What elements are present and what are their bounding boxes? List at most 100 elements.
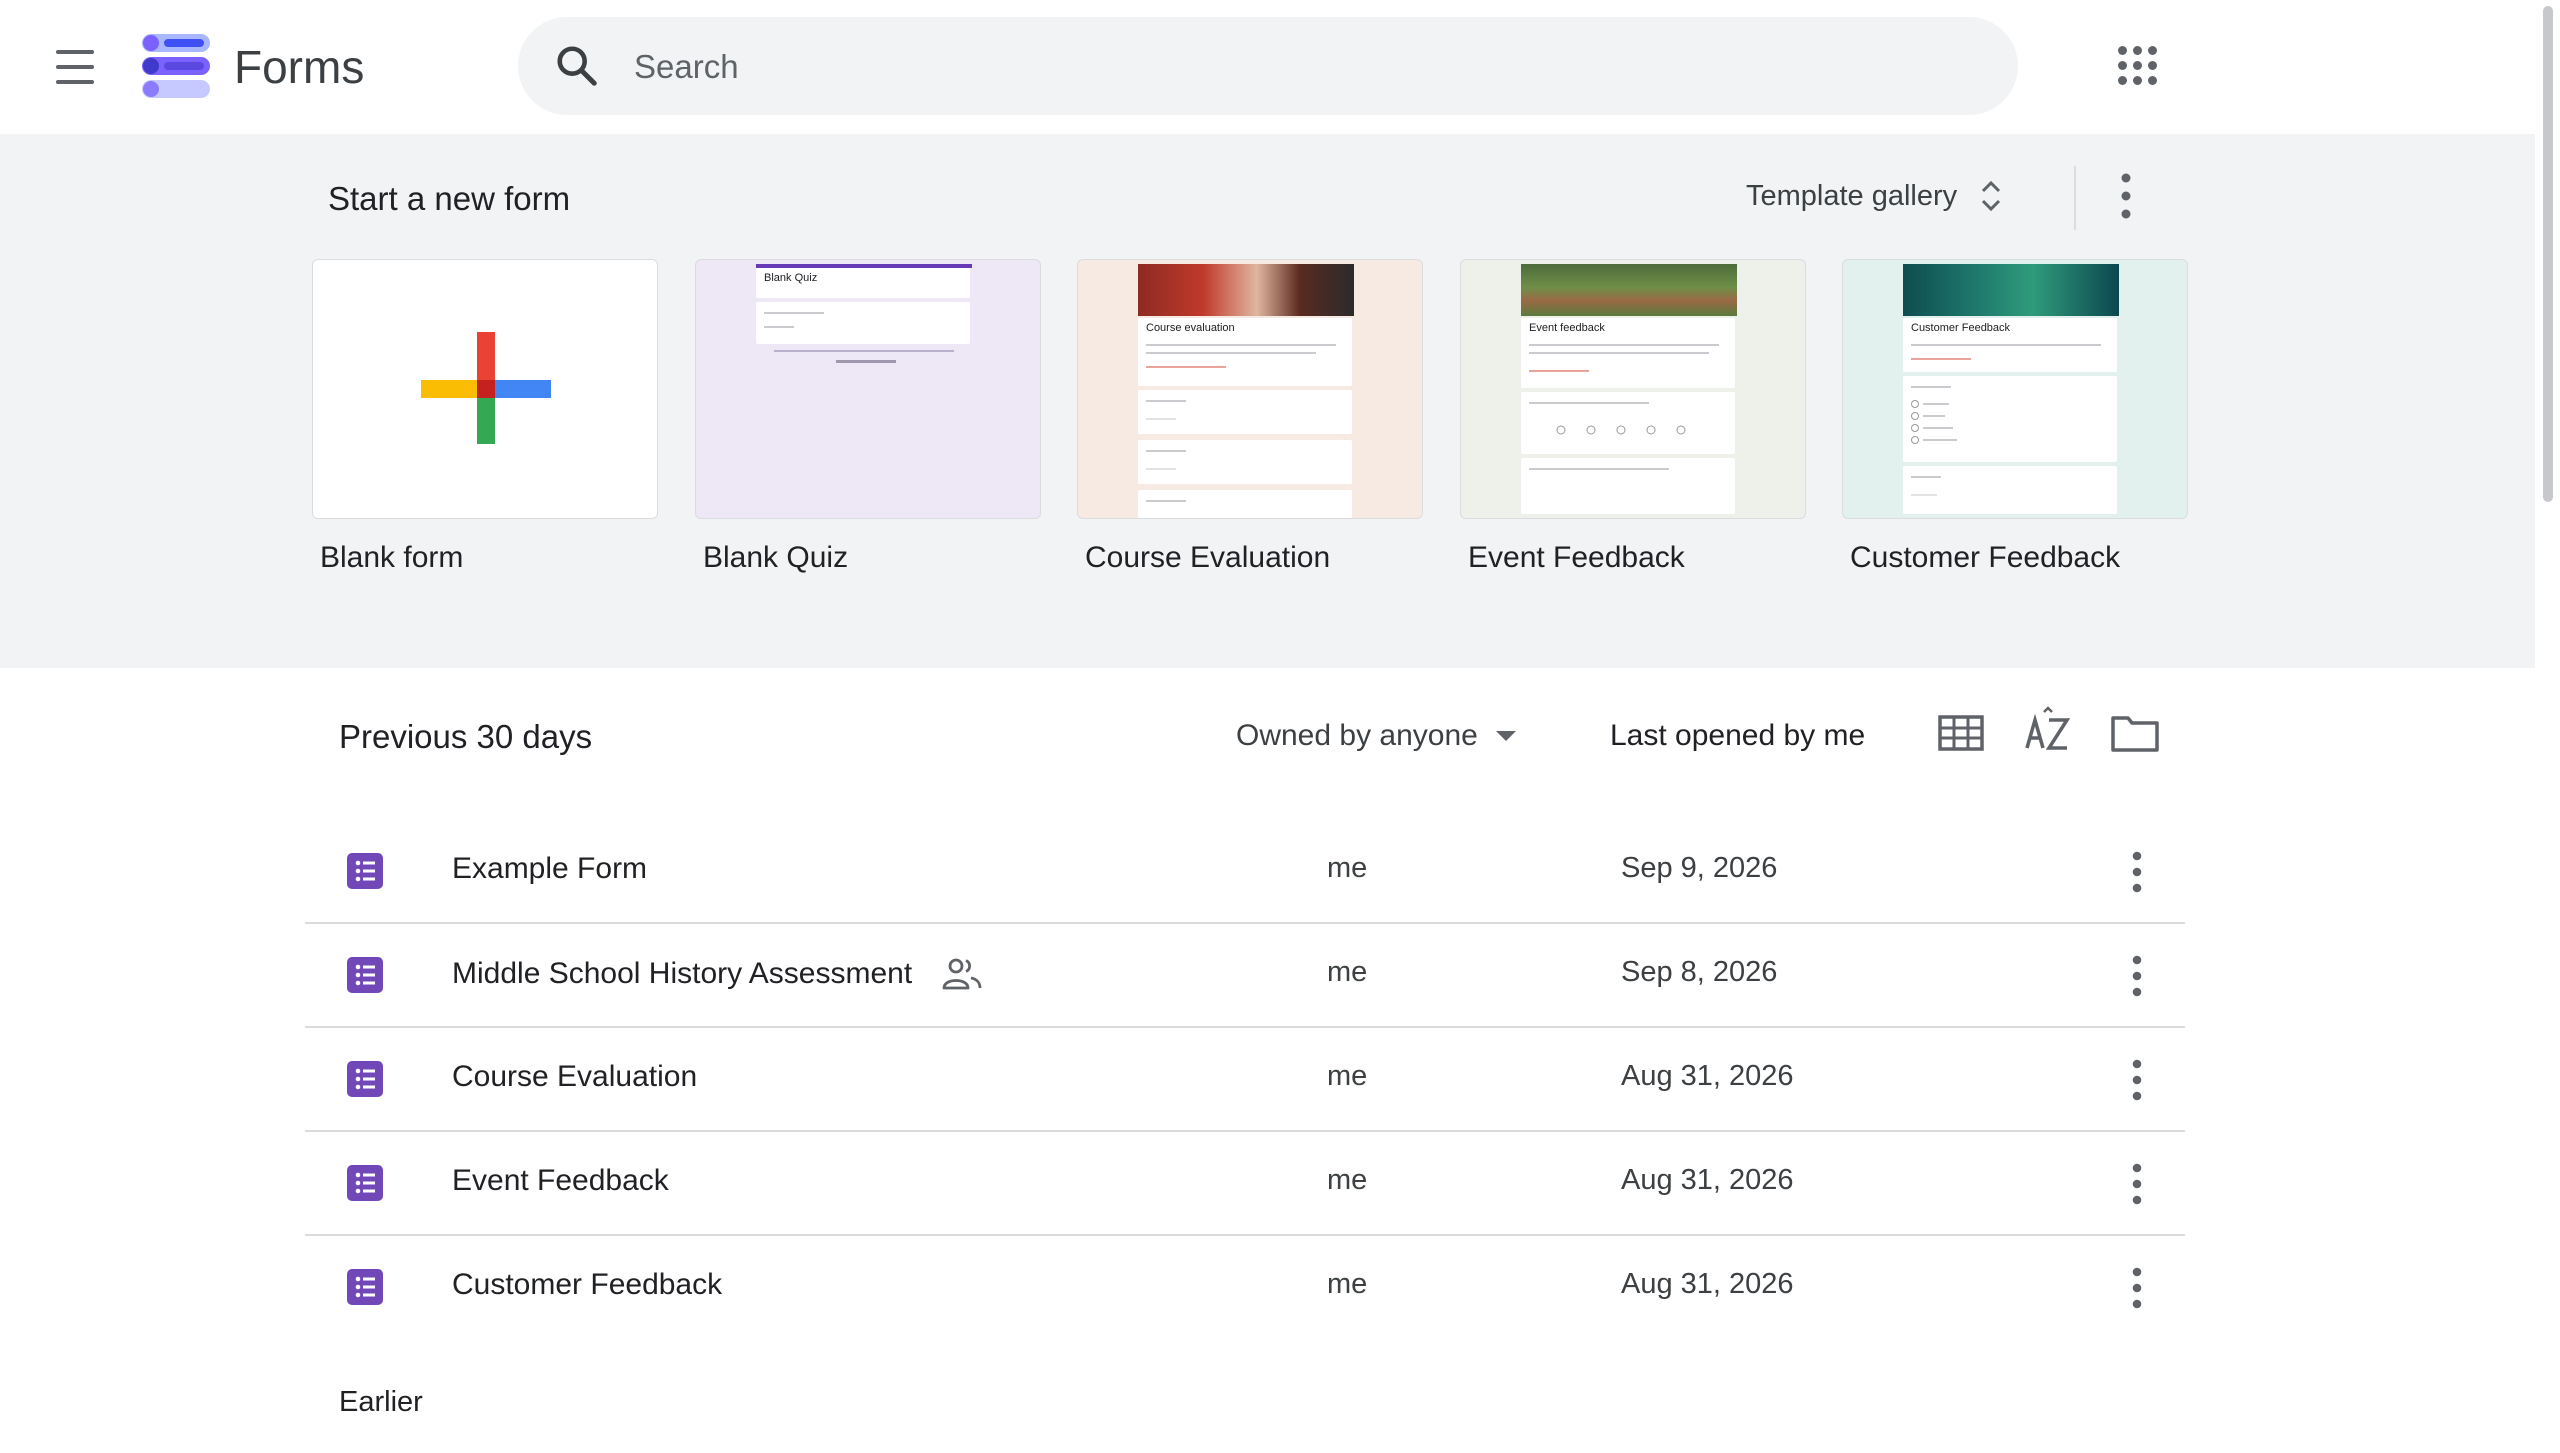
preview-title-card: Blank Quiz [756, 268, 970, 298]
dropdown-arrow-icon [1495, 731, 1516, 741]
recent-section-heading: Previous 30 days [339, 718, 593, 755]
file-name-cell: Customer Feedback [452, 1268, 722, 1302]
preview-title: Blank Quiz [764, 272, 818, 284]
preview-header-image [1521, 264, 1737, 316]
search-bar[interactable] [518, 17, 2018, 117]
preview-rating-card [1521, 392, 1735, 454]
file-name-cell: Middle School History Assessment [452, 956, 984, 992]
template-section-heading: Start a new form [328, 180, 571, 217]
preview-title: Course evaluation [1146, 322, 1235, 334]
folder-icon[interactable] [2106, 704, 2164, 762]
forms-file-icon [347, 1165, 383, 1201]
forms-file-icon [347, 957, 383, 993]
file-row[interactable]: Course Evaluation me Aug 31, 2026 [305, 1028, 2185, 1132]
file-last-opened-date: Aug 31, 2026 [1621, 1060, 1794, 1092]
more-options-icon[interactable] [2117, 844, 2157, 900]
template-thumbnail[interactable]: Course evaluation [1077, 259, 1423, 519]
top-app-bar: Forms [0, 0, 2535, 134]
preview-question-card [1138, 390, 1352, 434]
file-owner: me [1327, 1268, 1368, 1300]
preview-question-card [1138, 490, 1352, 518]
recent-forms-section: Previous 30 days Owned by anyone Last op… [0, 668, 2535, 1453]
template-thumbnail[interactable]: Blank Quiz [695, 259, 1041, 519]
preview-header-image [1138, 264, 1354, 316]
forms-logo-icon[interactable] [140, 30, 212, 102]
file-list: Example Form me Sep 9, 2026 Middle Schoo… [305, 820, 2185, 1338]
preview-title-card: Customer Feedback [1903, 318, 2117, 372]
preview-footer-line [774, 350, 954, 352]
unfold-more-icon [1982, 180, 2001, 212]
preview-question-card [1138, 440, 1352, 484]
forms-file-icon [347, 853, 383, 889]
preview-header-image [1903, 264, 2119, 316]
template-card-course-evaluation[interactable]: Course evaluation Course Evaluation [1077, 259, 1423, 575]
preview-title: Event feedback [1529, 322, 1605, 334]
preview-question-card [1903, 376, 2117, 462]
hamburger-menu-icon [56, 50, 94, 54]
more-options-icon[interactable] [2117, 1260, 2157, 1316]
page-scrollbar[interactable] [2535, 0, 2560, 1453]
file-name-cell: Event Feedback [452, 1164, 669, 1198]
scrollbar-thumb[interactable] [2543, 6, 2553, 502]
file-last-opened-date: Aug 31, 2026 [1621, 1164, 1794, 1196]
rating-scale-icon [1556, 425, 1686, 435]
forms-file-icon [347, 1269, 383, 1305]
radio-options-icon [1911, 400, 1957, 444]
search-input[interactable] [632, 17, 1976, 117]
grid-view-icon[interactable] [1932, 704, 1990, 762]
file-row[interactable]: Event Feedback me Aug 31, 2026 [305, 1132, 2185, 1236]
preview-title-card: Event feedback [1521, 318, 1735, 388]
template-card-blank-form[interactable]: Blank form [312, 259, 658, 575]
owner-filter-dropdown[interactable]: Owned by anyone [1236, 708, 1516, 764]
file-name: Event Feedback [452, 1164, 669, 1197]
file-name: Customer Feedback [452, 1268, 723, 1301]
plus-icon [421, 332, 551, 444]
template-card-label: Course Evaluation [1085, 541, 1331, 574]
sort-az-icon[interactable] [2019, 704, 2077, 762]
template-card-event-feedback[interactable]: Event feedback Event Feedback [1460, 259, 1806, 575]
file-row[interactable]: Example Form me Sep 9, 2026 [305, 820, 2185, 924]
template-gallery-label: Template gallery [1746, 179, 1958, 212]
file-row[interactable]: Middle School History Assessment me Sep … [305, 924, 2185, 1028]
sort-by-last-opened[interactable]: Last opened by me [1610, 708, 1865, 764]
template-card-label: Customer Feedback [1850, 541, 2121, 574]
preview-rating-card [1521, 458, 1735, 514]
more-options-icon[interactable] [2117, 948, 2157, 1004]
file-name: Example Form [452, 852, 648, 885]
search-icon[interactable] [554, 43, 600, 89]
template-section: Start a new form Template gallery Blank … [0, 134, 2535, 668]
file-last-opened-date: Aug 31, 2026 [1621, 1268, 1794, 1300]
app-title[interactable]: Forms [234, 40, 364, 94]
template-thumbnail[interactable]: Event feedback [1460, 259, 1806, 519]
template-thumbnail[interactable]: Customer Feedback [1842, 259, 2188, 519]
template-card-blank-quiz[interactable]: Blank Quiz Blank Quiz [695, 259, 1041, 575]
preview-footer-mark [836, 360, 896, 363]
google-apps-grid-icon[interactable] [2116, 44, 2160, 88]
shared-users-icon [942, 958, 982, 990]
toolbar-divider [2074, 166, 2076, 230]
template-thumbnail[interactable] [312, 259, 658, 519]
hamburger-line [56, 80, 94, 84]
more-options-icon[interactable] [2117, 1156, 2157, 1212]
owner-filter-label: Owned by anyone [1236, 719, 1478, 752]
file-name: Course Evaluation [452, 1060, 698, 1093]
preview-question-card [1903, 466, 2117, 514]
earlier-section-heading: Earlier [339, 1386, 423, 1418]
file-owner: me [1327, 852, 1368, 884]
file-name: Middle School History Assessment [452, 957, 913, 990]
preview-title: Customer Feedback [1911, 322, 2011, 334]
file-owner: me [1327, 1060, 1368, 1092]
file-name-cell: Example Form [452, 852, 647, 886]
file-row[interactable]: Customer Feedback me Aug 31, 2026 [305, 1236, 2185, 1338]
file-name-cell: Course Evaluation [452, 1060, 697, 1094]
preview-title-card: Course evaluation [1138, 318, 1352, 386]
file-owner: me [1327, 956, 1368, 988]
file-last-opened-date: Sep 8, 2026 [1621, 956, 1778, 988]
template-gallery-button[interactable]: Template gallery [1732, 164, 2017, 228]
file-owner: me [1327, 1164, 1368, 1196]
more-options-icon[interactable] [2117, 1052, 2157, 1108]
template-more-options-icon[interactable] [2100, 162, 2152, 230]
file-last-opened-date: Sep 9, 2026 [1621, 852, 1778, 884]
template-card-customer-feedback[interactable]: Customer Feedback Customer Feedback [1842, 259, 2188, 575]
main-menu-button[interactable] [50, 42, 100, 92]
